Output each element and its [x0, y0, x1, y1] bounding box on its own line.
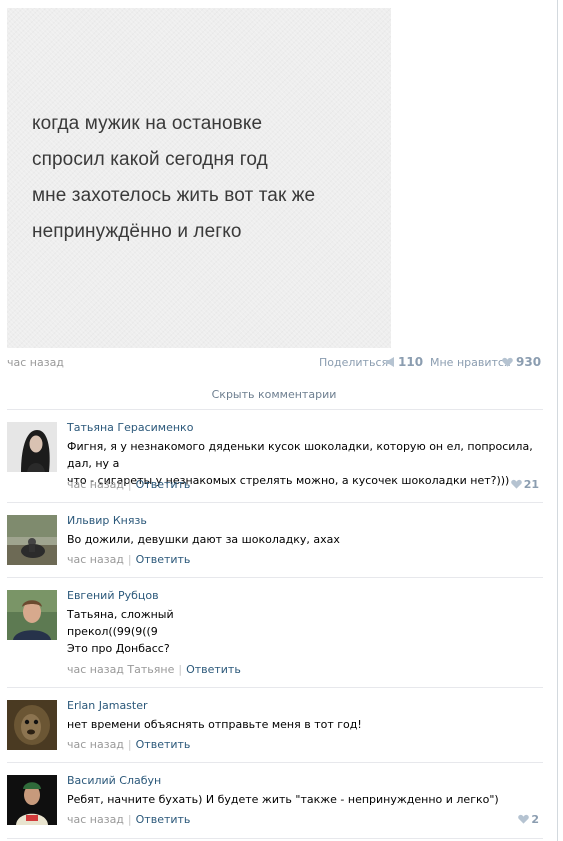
comment-time[interactable]: час назад	[67, 553, 124, 566]
post-text-line: спросил какой сегодня год	[32, 149, 268, 170]
post-text-line: непринуждённо и легко	[32, 221, 242, 242]
comment: Евгений Рубцов Татьяна, сложный прекол((…	[7, 578, 543, 688]
post-text-line: мне захотелось жить вот так же	[32, 185, 316, 206]
comment-time[interactable]: час назад Татьяне	[67, 663, 174, 676]
reply-button[interactable]: Ответить	[136, 813, 191, 826]
comment-author[interactable]: Ильвир Князь	[67, 514, 147, 527]
reply-button[interactable]: Ответить	[136, 738, 191, 751]
avatar[interactable]	[7, 700, 57, 750]
post-image[interactable]: когда мужик на остановке спросил какой с…	[7, 8, 391, 348]
post-text-line: когда мужик на остановке	[32, 113, 263, 134]
avatar[interactable]	[7, 590, 57, 640]
comment-like[interactable]: 21	[510, 478, 539, 491]
comment-text-line: нет времени объяснять отправьте меня в т…	[67, 718, 362, 731]
share-button[interactable]: Поделиться	[319, 356, 388, 369]
comment-meta: час назад | Ответить	[67, 738, 191, 751]
comment-author[interactable]: Василий Слабун	[67, 774, 161, 787]
comment: Татьяна Герасименко Фигня, я у незнакомо…	[7, 410, 543, 503]
reply-button[interactable]: Ответить	[186, 663, 241, 676]
comment-text: нет времени объяснять отправьте меня в т…	[67, 716, 537, 733]
reply-button[interactable]: Ответить	[136, 553, 191, 566]
comment-text-line: Фигня, я у незнакомого дяденьки кусок шо…	[67, 440, 533, 470]
post-meta: час назад Поделиться 110 Мне нравится 93…	[7, 355, 541, 372]
comment-like-count: 21	[523, 478, 539, 491]
comment-author[interactable]: Евгений Рубцов	[67, 589, 159, 602]
comment: Ильвир Князь Во дожили, девушки дают за …	[7, 503, 543, 578]
comment-time[interactable]: час назад	[67, 813, 124, 826]
comment-time[interactable]: час назад	[67, 738, 124, 751]
heart-icon	[502, 357, 513, 367]
like-count[interactable]: 930	[516, 355, 541, 369]
divider	[7, 838, 543, 839]
comment-text: Ребят, начните бухать) И будете жить "та…	[67, 791, 537, 808]
like-button[interactable]: Мне нравится	[430, 356, 511, 369]
hide-comments-link[interactable]: Скрыть комментарии	[7, 388, 541, 401]
avatar[interactable]	[7, 422, 57, 472]
comment: Василий Слабун Ребят, начните бухать) И …	[7, 763, 543, 839]
page-right-border	[557, 0, 558, 841]
comment-like[interactable]: 2	[518, 813, 539, 826]
comment-text-line: Это про Донбасс?	[67, 642, 170, 655]
post-time[interactable]: час назад	[7, 356, 64, 369]
comment-text: Татьяна, сложный прекол((99(9((9 Это про…	[67, 606, 537, 657]
comment-text: Во дожили, девушки дают за шоколадку, ах…	[67, 531, 537, 548]
comment-author[interactable]: Татьяна Герасименко	[67, 421, 193, 434]
share-count[interactable]: 110	[398, 355, 423, 369]
comment-author[interactable]: Erlan Jamaster	[67, 699, 148, 712]
avatar[interactable]	[7, 775, 57, 825]
megaphone-icon	[386, 357, 394, 367]
reply-button[interactable]: Ответить	[136, 478, 191, 491]
avatar[interactable]	[7, 515, 57, 565]
heart-icon	[510, 479, 522, 489]
comment-text-line: Ребят, начните бухать) И будете жить "та…	[67, 793, 499, 806]
comment-like-count: 2	[531, 813, 539, 826]
comment-text-line: Татьяна, сложный	[67, 608, 174, 621]
comment-meta: час назад | Ответить	[67, 553, 191, 566]
comment-meta: час назад | Ответить	[67, 813, 191, 826]
comment-time[interactable]: час назад	[67, 478, 124, 491]
comment-meta: час назад Татьяне | Ответить	[67, 663, 241, 676]
comment-text-line: прекол((99(9((9	[67, 625, 158, 638]
comment-text-line: Во дожили, девушки дают за шоколадку, ах…	[67, 533, 340, 546]
comment: Erlan Jamaster нет времени объяснять отп…	[7, 688, 543, 763]
heart-icon	[518, 814, 530, 824]
comment-meta: час назад | Ответить	[67, 478, 191, 491]
